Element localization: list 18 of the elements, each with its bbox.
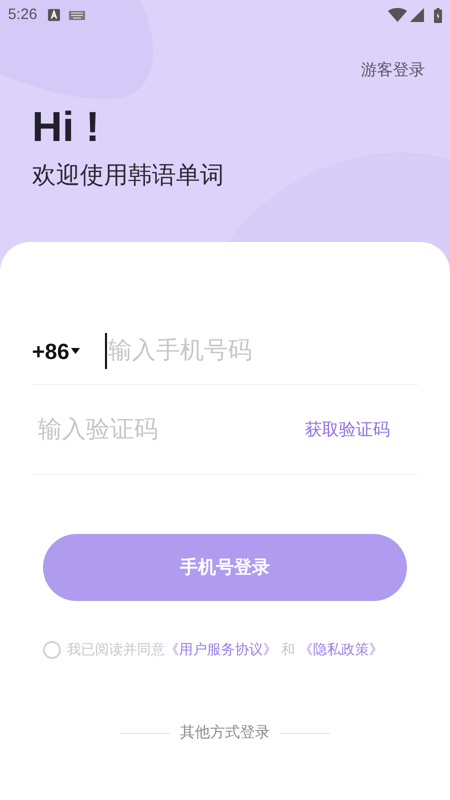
privacy-policy-link[interactable]: 《隐私政策》 — [298, 641, 383, 657]
phone-input-field[interactable]: 输入手机号码 — [105, 333, 418, 369]
wifi-icon — [388, 8, 407, 22]
greeting-title: Hi ! — [32, 103, 101, 151]
country-code-selector[interactable]: +86 — [32, 334, 105, 368]
user-agreement-link[interactable]: 《用户服务协议》 — [165, 641, 277, 657]
caret-icon — [71, 348, 80, 354]
status-time: 5:26 — [8, 4, 38, 25]
guest-login-link[interactable]: 游客登录 — [361, 59, 425, 83]
code-input-field[interactable]: 输入验证码 — [32, 412, 305, 448]
keyboard-a-icon — [48, 9, 60, 21]
agreement-checkbox[interactable] — [43, 640, 61, 658]
welcome-text: 欢迎使用韩语单词 — [32, 161, 225, 191]
other-login-label: 其他方式登录 — [180, 723, 270, 743]
get-code-link[interactable]: 获取验证码 — [305, 416, 418, 442]
signal-icon — [410, 8, 424, 22]
battery-icon — [434, 8, 442, 22]
agreement-text: 我已阅读并同意《用户服务协议》 和 《隐私政策》 — [67, 640, 383, 659]
